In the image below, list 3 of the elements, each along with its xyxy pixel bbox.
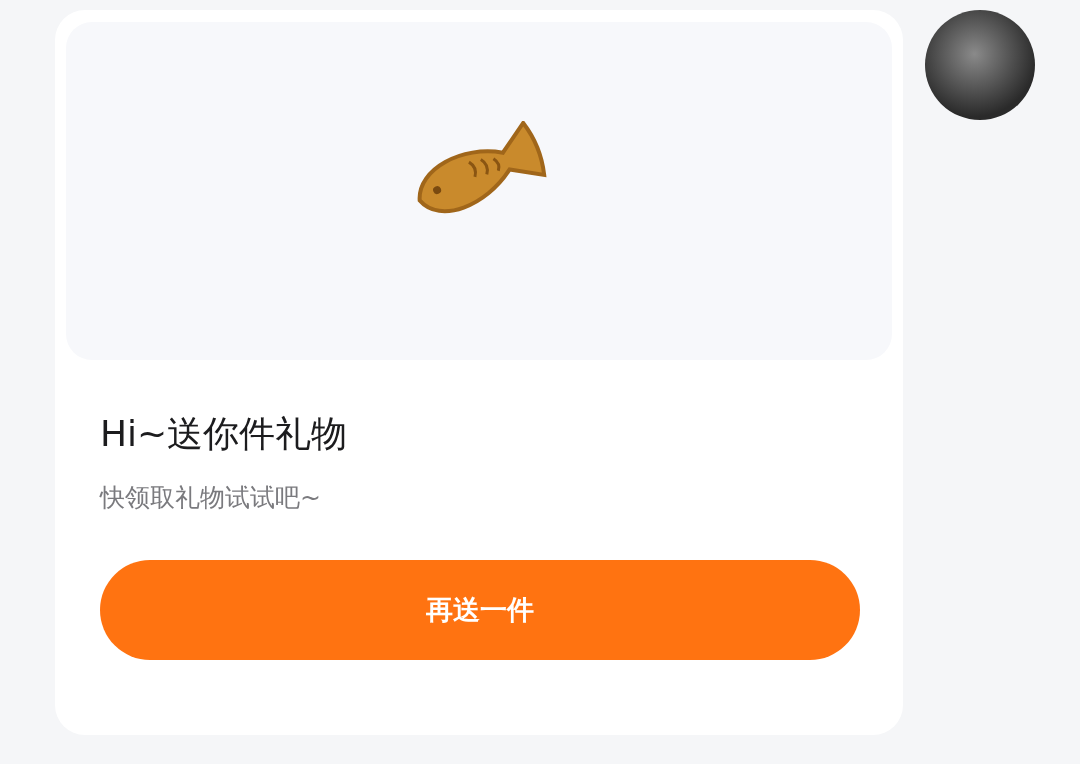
gift-title: Hi~送你件礼物: [100, 412, 349, 456]
gift-subtitle: 快领取礼物试试吧~: [100, 482, 322, 514]
send-again-button[interactable]: 再送一件: [100, 560, 860, 660]
